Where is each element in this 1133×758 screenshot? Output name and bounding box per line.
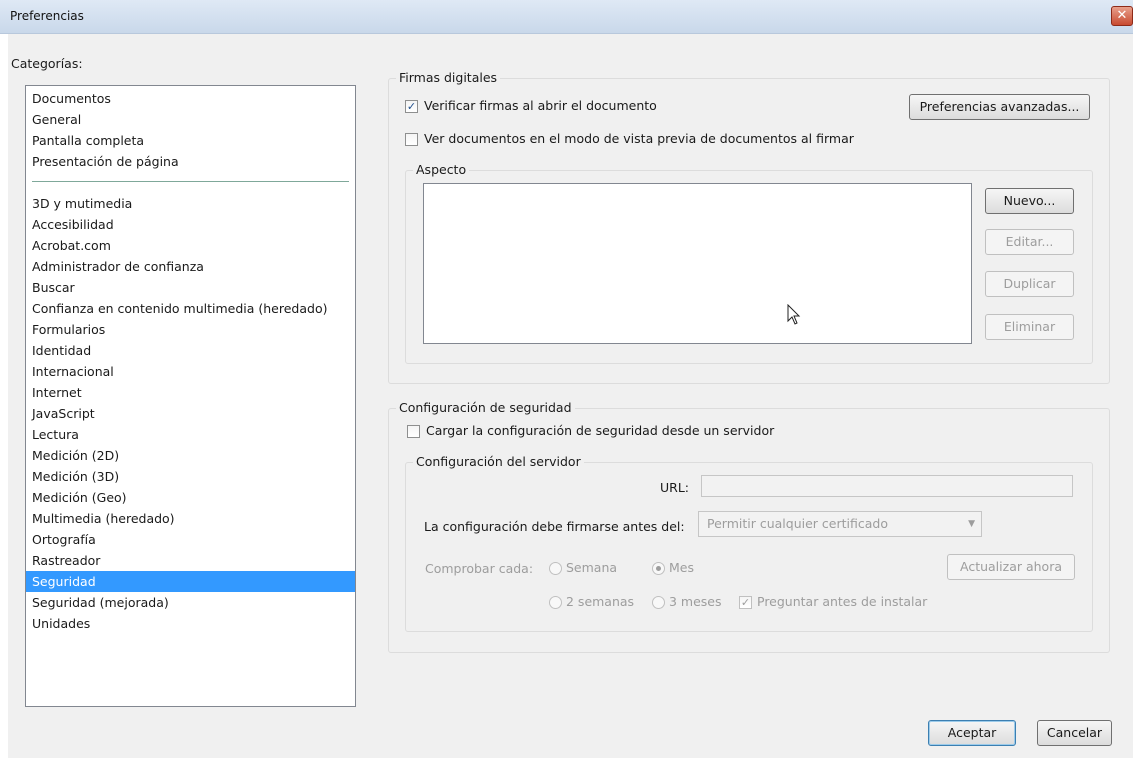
category-item-javascript[interactable]: JavaScript	[26, 403, 355, 424]
category-separator	[32, 181, 349, 182]
checkmark-icon: ✓	[406, 100, 417, 113]
digital-signatures-title: Firmas digitales	[396, 70, 501, 85]
categories-list[interactable]: Documentos General Pantalla completa Pre…	[25, 85, 356, 707]
category-item-administrador-confianza[interactable]: Administrador de confianza	[26, 256, 355, 277]
dropdown-arrow-icon: ▼	[968, 519, 975, 529]
week-label: Semana	[566, 560, 618, 575]
category-item-internet[interactable]: Internet	[26, 382, 355, 403]
category-item-seguridad[interactable]: Seguridad	[26, 571, 355, 592]
category-item-seguridad-mejorada[interactable]: Seguridad (mejorada)	[26, 592, 355, 613]
category-item-lectura[interactable]: Lectura	[26, 424, 355, 445]
preferences-dialog: Categorías: Documentos General Pantalla …	[8, 34, 1133, 758]
window-title: Preferencias	[10, 9, 84, 23]
advanced-preferences-button[interactable]: Preferencias avanzadas...	[909, 94, 1090, 120]
verify-signatures-label: Verificar firmas al abrir el documento	[424, 98, 657, 113]
preview-mode-checkbox[interactable]	[405, 133, 418, 146]
category-item-formularios[interactable]: Formularios	[26, 319, 355, 340]
category-item-confianza-multimedia[interactable]: Confianza en contenido multimedia (hered…	[26, 298, 355, 319]
appearance-list[interactable]	[423, 183, 972, 344]
category-item-documentos[interactable]: Documentos	[26, 88, 355, 109]
delete-appearance-button[interactable]: Eliminar	[985, 314, 1074, 340]
close-button[interactable]: ✕	[1111, 6, 1133, 26]
update-now-button[interactable]: Actualizar ahora	[947, 554, 1075, 580]
preview-mode-label: Ver documentos en el modo de vista previ…	[424, 131, 854, 146]
ok-button[interactable]: Aceptar	[928, 720, 1016, 746]
category-item-3d-multimedia[interactable]: 3D y mutimedia	[26, 193, 355, 214]
security-settings-title: Configuración de seguridad	[396, 400, 575, 415]
two-weeks-radio[interactable]	[549, 596, 562, 609]
category-item-accesibilidad[interactable]: Accesibilidad	[26, 214, 355, 235]
check-every-label: Comprobar cada:	[425, 561, 534, 576]
category-item-general[interactable]: General	[26, 109, 355, 130]
sign-before-select[interactable]: Permitir cualquier certificado ▼	[698, 511, 982, 537]
category-item-medicion-2d[interactable]: Medición (2D)	[26, 445, 355, 466]
category-item-presentacion-pagina[interactable]: Presentación de página	[26, 151, 355, 172]
three-months-label: 3 meses	[669, 594, 722, 609]
edit-appearance-button[interactable]: Editar...	[985, 229, 1074, 255]
category-item-buscar[interactable]: Buscar	[26, 277, 355, 298]
duplicate-appearance-button[interactable]: Duplicar	[985, 271, 1074, 297]
sign-before-label: La configuración debe firmarse antes del…	[424, 519, 685, 534]
load-from-server-label: Cargar la configuración de seguridad des…	[426, 423, 775, 438]
server-settings-title: Configuración del servidor	[413, 454, 584, 469]
category-item-rastreador[interactable]: Rastreador	[26, 550, 355, 571]
appearance-title: Aspecto	[413, 162, 470, 177]
two-weeks-label: 2 semanas	[566, 594, 635, 609]
ask-before-install-checkbox[interactable]: ✓	[739, 596, 752, 609]
title-bar: Preferencias ✕	[0, 0, 1133, 34]
url-input[interactable]	[701, 475, 1073, 497]
mouse-cursor-icon	[787, 304, 801, 325]
category-item-acrobat-com[interactable]: Acrobat.com	[26, 235, 355, 256]
week-radio[interactable]	[549, 562, 562, 575]
category-item-identidad[interactable]: Identidad	[26, 340, 355, 361]
category-item-medicion-3d[interactable]: Medición (3D)	[26, 466, 355, 487]
categories-label: Categorías:	[11, 56, 83, 71]
month-label: Mes	[669, 560, 694, 575]
category-item-ortografia[interactable]: Ortografía	[26, 529, 355, 550]
ask-before-install-label: Preguntar antes de instalar	[757, 594, 928, 609]
three-months-radio[interactable]	[652, 596, 665, 609]
load-from-server-checkbox[interactable]	[407, 425, 420, 438]
category-item-internacional[interactable]: Internacional	[26, 361, 355, 382]
category-item-unidades[interactable]: Unidades	[26, 613, 355, 634]
checkmark-icon: ✓	[740, 596, 751, 609]
category-item-pantalla-completa[interactable]: Pantalla completa	[26, 130, 355, 151]
cancel-button[interactable]: Cancelar	[1037, 720, 1112, 746]
url-label: URL:	[660, 480, 690, 495]
close-icon: ✕	[1116, 8, 1128, 23]
new-appearance-button[interactable]: Nuevo...	[985, 188, 1074, 214]
month-radio[interactable]	[652, 562, 665, 575]
verify-signatures-checkbox[interactable]: ✓	[405, 100, 418, 113]
category-item-medicion-geo[interactable]: Medición (Geo)	[26, 487, 355, 508]
category-item-multimedia-heredado[interactable]: Multimedia (heredado)	[26, 508, 355, 529]
